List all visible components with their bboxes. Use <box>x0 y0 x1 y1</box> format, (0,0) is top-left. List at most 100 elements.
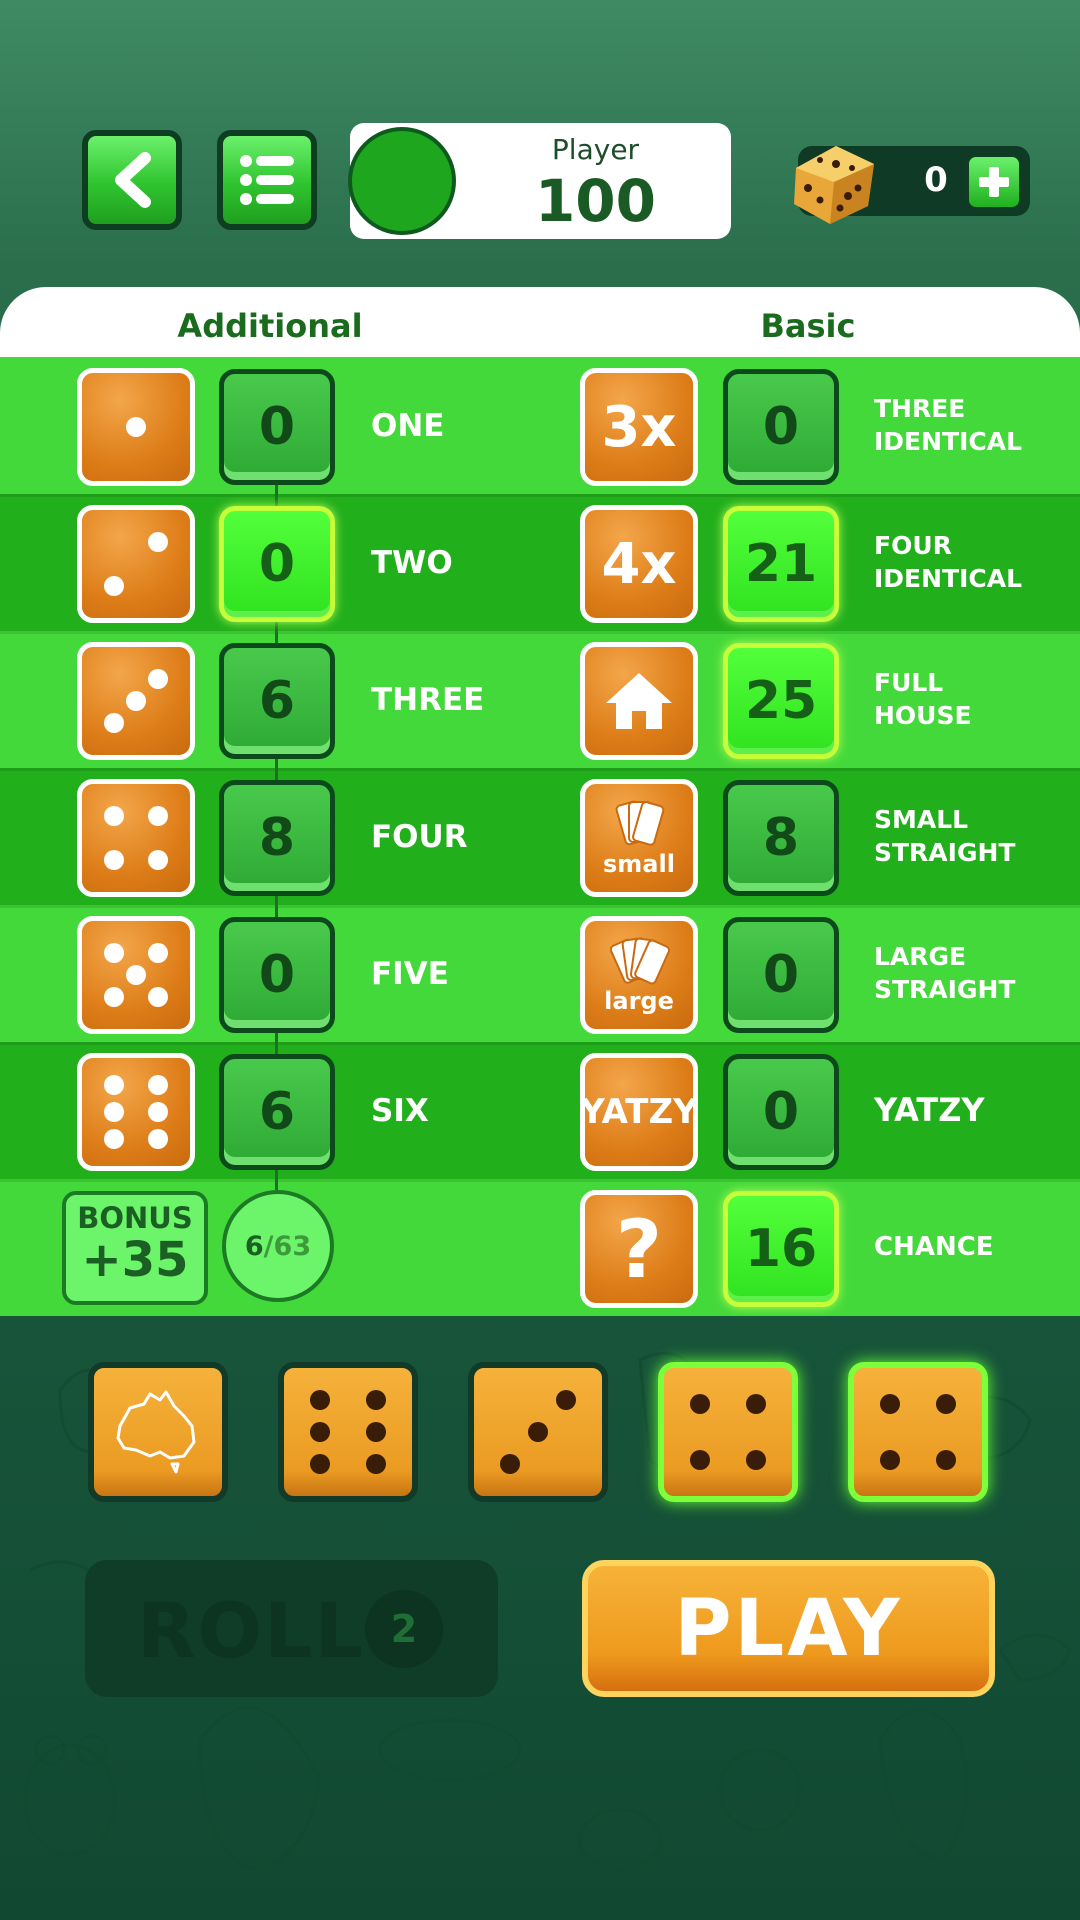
category-icon-text: YATZY <box>580 1092 698 1132</box>
category-label: THREE IDENTICAL <box>874 392 1064 458</box>
category-label: FIVE <box>371 956 449 992</box>
category-icon-tile: small <box>580 779 698 897</box>
column-title-basic: Basic <box>760 307 856 345</box>
pip <box>147 1129 168 1149</box>
die-face-tile <box>77 505 195 623</box>
die-face-tile <box>77 916 195 1034</box>
category-label-line1: THREE <box>874 394 966 423</box>
category-label: CHANCE <box>874 1232 994 1262</box>
roll-die[interactable] <box>658 1362 798 1502</box>
pip <box>366 1422 387 1442</box>
category-label-line2: IDENTICAL <box>874 564 1023 593</box>
player-score: 100 <box>534 167 657 235</box>
australia-map-icon <box>94 1368 222 1496</box>
score-cell[interactable]: 25 <box>723 643 839 759</box>
pip <box>366 1390 387 1410</box>
bonus-progress: 6/63 <box>222 1190 334 1302</box>
score-cell[interactable]: 0 <box>723 1054 839 1170</box>
pip <box>936 1393 957 1414</box>
category-icon-tile: 4x <box>580 505 698 623</box>
score-cell[interactable]: 16 <box>723 1191 839 1307</box>
roll-label: ROLL <box>137 1586 365 1675</box>
die-face-tile <box>77 779 195 897</box>
score-cell[interactable]: 0 <box>219 917 335 1033</box>
category-label: TWO <box>371 545 453 581</box>
category-label: THREE <box>371 682 485 718</box>
category-label-line2: STRAIGHT <box>874 838 1016 867</box>
bonus-progress-current: 6 <box>244 1230 264 1262</box>
pip <box>147 806 168 827</box>
list-icon <box>240 155 294 205</box>
category-label: FOUR IDENTICAL <box>874 529 1064 595</box>
category-icon-tile: large <box>580 916 698 1034</box>
column-title-additional: Additional <box>177 307 363 345</box>
pip <box>556 1390 577 1410</box>
category-icon-tile <box>580 642 698 760</box>
pip <box>936 1450 957 1471</box>
dice-currency-icon <box>794 146 874 224</box>
category-icon-tile: 3x <box>580 368 698 486</box>
pip <box>689 1393 710 1414</box>
category-label: YATZY <box>874 1091 985 1129</box>
straight-size-label: small <box>603 850 675 878</box>
score-cell[interactable]: 21 <box>723 506 839 622</box>
pip <box>104 1102 125 1122</box>
category-icon-tile: ? <box>580 1190 698 1308</box>
score-cell[interactable]: 6 <box>219 643 335 759</box>
pip <box>104 1129 125 1149</box>
score-cell[interactable]: 0 <box>219 369 335 485</box>
pip <box>104 575 125 596</box>
roll-die[interactable] <box>848 1362 988 1502</box>
play-label: PLAY <box>674 1583 903 1674</box>
score-cell[interactable]: 0 <box>723 369 839 485</box>
pip <box>499 1454 520 1474</box>
pip <box>309 1422 330 1442</box>
category-label-line1: SMALL <box>874 805 969 834</box>
pip <box>879 1393 900 1414</box>
die-face-tile <box>77 368 195 486</box>
player-name: Player <box>551 133 640 166</box>
pip <box>104 806 125 827</box>
score-cell[interactable]: 8 <box>723 780 839 896</box>
category-label: SMALL STRAIGHT <box>874 803 1064 869</box>
cards-icon: large <box>585 921 693 1029</box>
roll-die[interactable] <box>88 1362 228 1502</box>
category-label: LARGE STRAIGHT <box>874 940 1064 1006</box>
category-label: SIX <box>371 1093 429 1129</box>
pip <box>689 1450 710 1471</box>
pip <box>309 1454 330 1474</box>
pip <box>147 1075 168 1095</box>
die-face-tile <box>77 1053 195 1171</box>
roll-die[interactable] <box>278 1362 418 1502</box>
category-label-line2: IDENTICAL <box>874 427 1023 456</box>
avatar <box>348 127 456 235</box>
rolls-left-badge: 2 <box>365 1590 443 1668</box>
roll-button[interactable]: ROLL 2 <box>85 1560 498 1697</box>
back-button[interactable] <box>82 130 182 230</box>
pip <box>147 943 168 964</box>
bonus-label: BONUS <box>77 1201 193 1235</box>
category-icon-text: ? <box>615 1202 663 1296</box>
chevron-left-icon <box>115 152 151 208</box>
cards-icon: small <box>585 784 693 892</box>
category-label: FULL HOUSE <box>874 666 1064 732</box>
score-cell[interactable]: 6 <box>219 1054 335 1170</box>
pip <box>147 669 168 690</box>
player-card: Player 100 <box>348 123 731 239</box>
pip <box>104 943 125 964</box>
roll-die[interactable] <box>468 1362 608 1502</box>
score-cell[interactable]: 0 <box>723 917 839 1033</box>
add-coins-button[interactable] <box>966 154 1022 210</box>
coin-count: 0 <box>924 160 948 200</box>
category-label-line1: FOUR <box>874 531 952 560</box>
score-cell[interactable]: 8 <box>219 780 335 896</box>
menu-button[interactable] <box>217 130 317 230</box>
pip <box>879 1450 900 1471</box>
pip <box>126 691 146 711</box>
play-button[interactable]: PLAY <box>582 1560 995 1697</box>
pip <box>746 1393 767 1414</box>
category-label-line2: STRAIGHT <box>874 975 1016 1004</box>
score-cell[interactable]: 0 <box>219 506 335 622</box>
pip <box>746 1450 767 1471</box>
category-icon-text: 4x <box>601 531 677 597</box>
